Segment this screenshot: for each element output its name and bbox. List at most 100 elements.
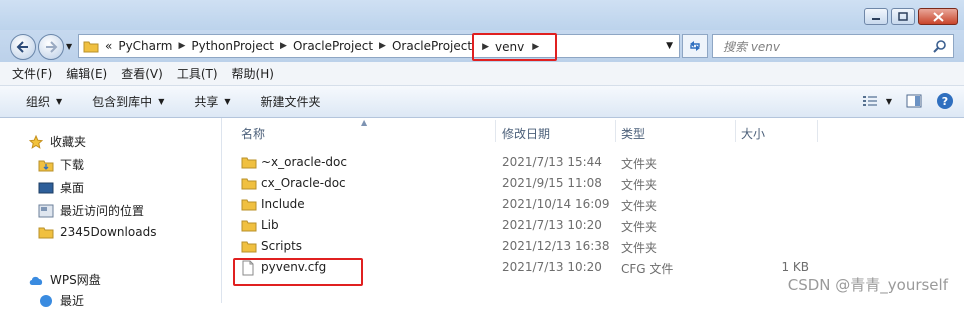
file-name: ~x_oracle-doc	[261, 155, 347, 169]
file-row[interactable]: ~x_oracle-doc 2021/7/13 15:44 文件夹	[223, 152, 964, 173]
folder-icon	[38, 225, 54, 239]
file-name: Scripts	[261, 239, 303, 253]
file-type: 文件夹	[621, 241, 658, 255]
menu-file[interactable]: 文件(F)	[12, 65, 52, 82]
file-row[interactable]: Include 2021/10/14 16:09 文件夹	[223, 194, 964, 215]
sidebar-item-desktop[interactable]: 桌面	[38, 179, 84, 196]
include-library-label: 包含到库中	[92, 95, 153, 109]
new-folder-label: 新建文件夹	[260, 95, 321, 109]
desktop-icon	[38, 181, 54, 195]
refresh-button[interactable]	[682, 34, 708, 58]
maximize-button[interactable]	[891, 8, 915, 25]
file-size: 1 KB	[781, 260, 809, 274]
cloud-icon	[28, 273, 44, 287]
folder-icon	[241, 199, 257, 211]
star-icon	[28, 134, 44, 149]
breadcrumb-item-current[interactable]: ▶ venv ▶	[472, 33, 558, 61]
address-dropdown-icon[interactable]: ▼	[666, 41, 673, 51]
chevron-down-icon[interactable]: ▼	[886, 97, 892, 106]
column-header-date[interactable]: 修改日期	[502, 125, 550, 142]
forward-button[interactable]	[38, 34, 64, 60]
address-bar[interactable]: « PyCharm ▶ PythonProject ▶ OracleProject ▶…	[78, 33, 680, 61]
column-divider[interactable]	[615, 120, 616, 142]
file-type: 文件夹	[621, 157, 658, 171]
sidebar-item-favorites[interactable]: 收藏夹	[28, 133, 86, 150]
menu-help[interactable]: 帮助(H)	[232, 65, 274, 82]
file-date: 2021/7/13 10:20	[502, 260, 602, 274]
refresh-icon	[690, 41, 700, 51]
breadcrumb-item[interactable]: PythonProject ▶	[191, 39, 293, 53]
column-header-type[interactable]: 类型	[621, 125, 645, 142]
sidebar-item-label: 最近	[60, 294, 85, 308]
breadcrumb-chevron-icon[interactable]: ▶	[280, 41, 287, 51]
view-options-button[interactable]: ▼	[862, 95, 892, 107]
column-divider[interactable]	[735, 120, 736, 142]
close-button[interactable]	[918, 8, 958, 25]
sidebar-item-label: 2345Downloads	[60, 225, 157, 239]
column-divider[interactable]	[817, 120, 818, 142]
breadcrumb-label: OracleProject	[292, 39, 374, 53]
breadcrumb-chevron-icon[interactable]: ▶	[178, 41, 185, 51]
column-divider[interactable]	[495, 120, 496, 142]
file-name: Include	[261, 197, 305, 211]
share-button[interactable]: 共享 ▼	[194, 93, 230, 110]
file-row[interactable]: Scripts 2021/12/13 16:38 文件夹	[223, 236, 964, 257]
include-in-library-button[interactable]: 包含到库中 ▼	[92, 93, 164, 110]
folder-icon	[241, 157, 257, 169]
file-type: 文件夹	[621, 220, 658, 234]
file-date: 2021/12/13 16:38	[502, 239, 610, 253]
highlight-box	[233, 258, 363, 286]
close-icon	[932, 11, 944, 22]
breadcrumb-label: venv	[495, 40, 525, 54]
sidebar-item-label: 桌面	[60, 181, 85, 195]
menu-tools[interactable]: 工具(T)	[177, 65, 218, 82]
minimize-button[interactable]	[864, 8, 888, 25]
sidebar-item-recent-places[interactable]: 最近访问的位置	[38, 202, 144, 219]
view-list-icon	[862, 96, 877, 106]
recent-pages-dropdown[interactable]: ▼	[66, 42, 72, 51]
maximize-icon	[898, 12, 908, 21]
new-folder-button[interactable]: 新建文件夹	[261, 93, 321, 110]
folder-icon	[83, 41, 99, 53]
help-icon[interactable]: ?	[936, 92, 954, 110]
search-placeholder: 搜索 venv	[723, 39, 781, 54]
file-date: 2021/7/13 15:44	[502, 155, 602, 169]
breadcrumb-item[interactable]: PyCharm ▶	[118, 39, 191, 53]
command-bar: 组织 ▼ 包含到库中 ▼ 共享 ▼ 新建文件夹 ▼ ?	[0, 86, 964, 118]
sidebar-item-wps-cloud[interactable]: WPS网盘	[28, 271, 101, 288]
breadcrumb-label: PyCharm	[118, 39, 173, 53]
back-button[interactable]	[10, 34, 36, 60]
file-name: cx_Oracle-doc	[261, 176, 346, 190]
breadcrumb-chevron-icon[interactable]: ▶	[482, 42, 489, 52]
file-date: 2021/9/15 11:08	[502, 176, 602, 190]
breadcrumb-item[interactable]: OracleProject	[392, 39, 472, 53]
view-controls: ▼ ?	[862, 92, 954, 110]
sidebar-item-recent[interactable]: 最近	[38, 292, 84, 309]
column-header-size[interactable]: 大小	[741, 125, 765, 142]
address-row: ▼ « PyCharm ▶ PythonProject ▶ OracleProjec…	[0, 30, 964, 62]
sidebar-item-label: 下载	[60, 158, 85, 172]
breadcrumb-overflow[interactable]: «	[105, 39, 112, 53]
search-box[interactable]: 搜索 venv	[712, 34, 954, 58]
file-row[interactable]: Lib 2021/7/13 10:20 文件夹	[223, 215, 964, 236]
chevron-down-icon: ▼	[224, 97, 231, 106]
breadcrumb-chevron-icon[interactable]: ▶	[379, 41, 386, 51]
forward-arrow-icon	[46, 41, 58, 53]
column-header-row: ▲ 名称 修改日期 类型 大小	[223, 118, 964, 144]
sidebar-item-2345downloads[interactable]: 2345Downloads	[38, 225, 156, 239]
folder-icon	[241, 220, 257, 232]
menu-edit[interactable]: 编辑(E)	[66, 65, 107, 82]
sidebar-item-downloads[interactable]: 下载	[38, 156, 84, 173]
organize-button[interactable]: 组织 ▼	[26, 93, 62, 110]
search-icon[interactable]	[933, 39, 947, 53]
preview-pane-icon[interactable]	[906, 94, 922, 108]
file-date: 2021/10/14 16:09	[502, 197, 610, 211]
breadcrumb-chevron-icon[interactable]: ▶	[532, 42, 539, 52]
file-row[interactable]: cx_Oracle-doc 2021/9/15 11:08 文件夹	[223, 173, 964, 194]
sort-ascending-icon: ▲	[361, 118, 368, 127]
recent-places-icon	[38, 204, 54, 218]
breadcrumb-item[interactable]: OracleProject ▶	[293, 39, 392, 53]
column-header-name[interactable]: 名称	[241, 125, 265, 142]
downloads-folder-icon	[38, 158, 54, 172]
menu-view[interactable]: 查看(V)	[121, 65, 163, 82]
